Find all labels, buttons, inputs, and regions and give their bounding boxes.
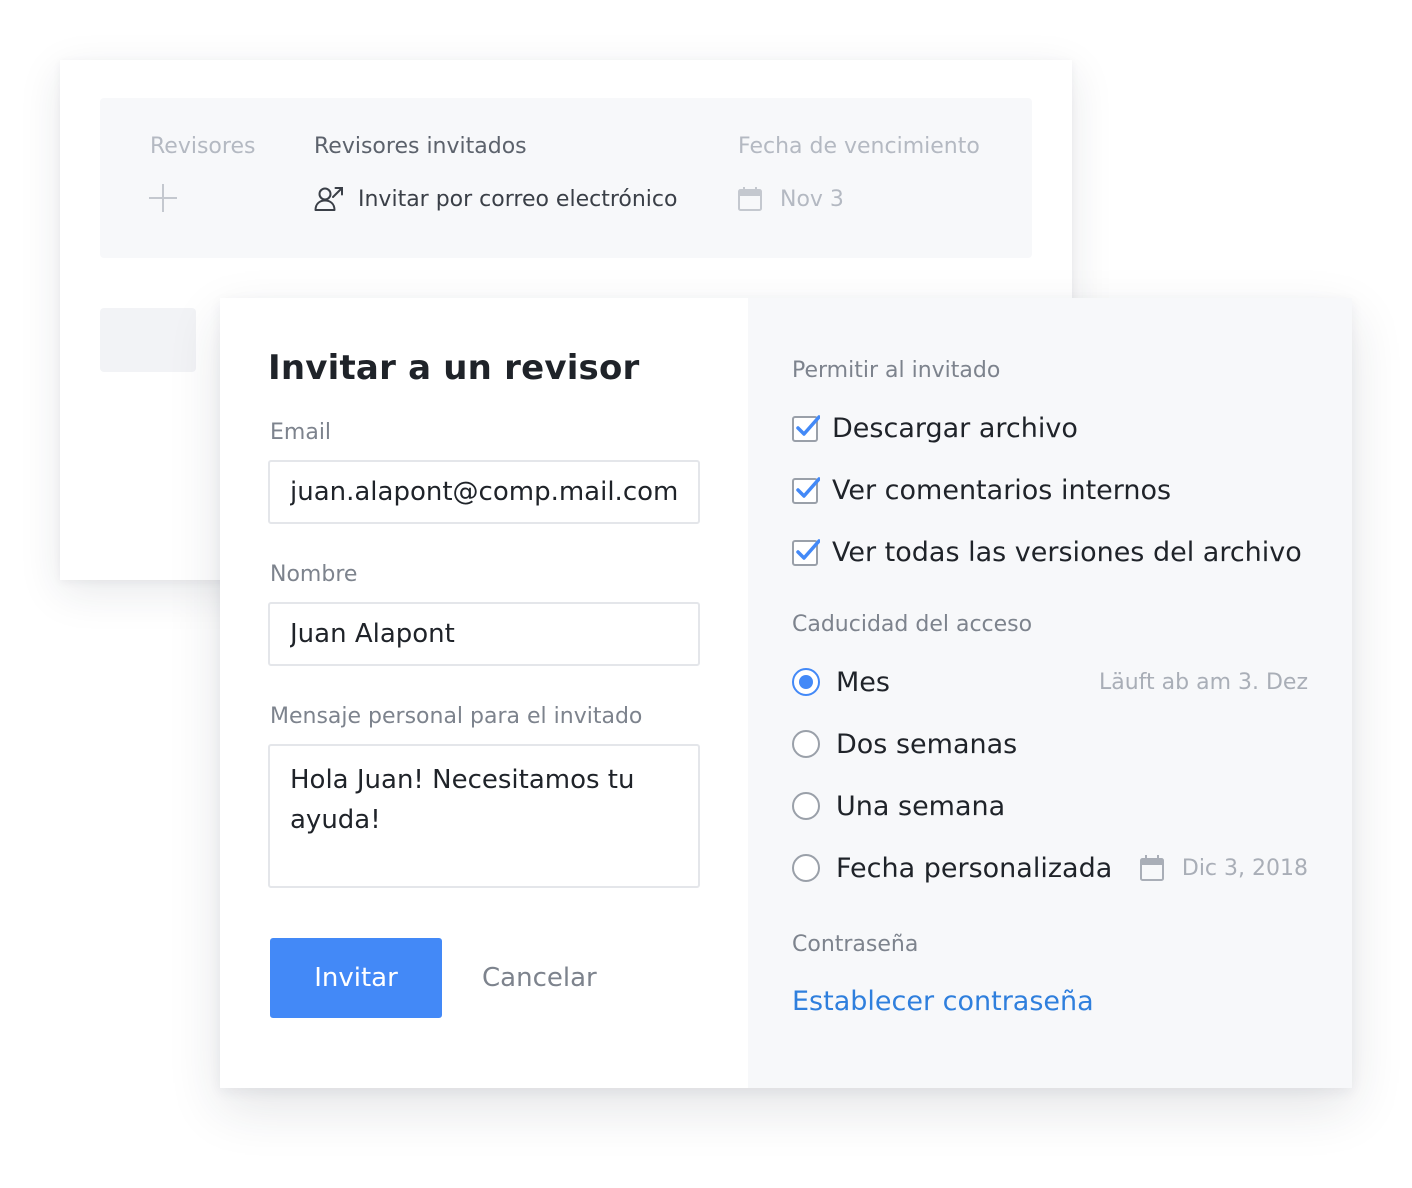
reviewers-bar: Revisores Revisores invitados Fecha de v…	[100, 98, 1032, 258]
radio-selected-icon	[792, 668, 820, 696]
placeholder-block	[100, 308, 196, 372]
access-expiry-label: Caducidad del acceso	[792, 612, 1033, 637]
permission-label: Ver comentarios internos	[832, 474, 1172, 506]
due-date-field[interactable]: Nov 3	[738, 184, 844, 214]
reviewers-label: Revisores	[150, 134, 256, 159]
expiry-option-two-weeks[interactable]: Dos semanas	[792, 726, 1017, 762]
permissions-label: Permitir al invitado	[792, 358, 1001, 383]
expiry-option-label: Una semana	[836, 790, 1006, 822]
checkbox-checked-icon	[792, 539, 820, 566]
checkbox-checked-icon	[792, 415, 820, 442]
due-date-label: Fecha de vencimiento	[738, 134, 980, 159]
add-reviewer-plus-icon[interactable]	[149, 184, 177, 212]
permission-download-file[interactable]: Descargar archivo	[792, 410, 1078, 446]
invite-form-pane: Invitar a un revisor Email Nombre Mensaj…	[220, 298, 748, 1088]
email-input[interactable]	[268, 460, 700, 524]
due-date-value: Nov 3	[780, 186, 844, 212]
expiry-option-label: Fecha personalizada	[836, 852, 1113, 884]
calendar-icon	[1139, 855, 1164, 881]
custom-date-value: Dic 3, 2018	[1181, 855, 1308, 881]
dialog-title: Invitar a un revisor	[268, 348, 640, 388]
invite-options-pane: Permitir al invitado Descargar archivo V…	[748, 298, 1352, 1088]
expiry-option-label: Mes	[836, 666, 890, 698]
set-password-link[interactable]: Establecer contraseña	[792, 986, 1094, 1017]
user-invite-icon	[314, 187, 343, 211]
expires-note: Läuft ab am 3. Dez	[1098, 670, 1308, 695]
stage: Revisores Revisores invitados Fecha de v…	[0, 0, 1412, 1188]
radio-unselected-icon	[792, 854, 820, 882]
expiry-option-label: Dos semanas	[836, 728, 1018, 760]
invite-by-email-link[interactable]: Invitar por correo electrónico	[314, 184, 677, 214]
invited-reviewers-label: Revisores invitados	[314, 134, 527, 159]
expiry-option-month[interactable]: Mes	[792, 664, 890, 700]
custom-date-field[interactable]: Dic 3, 2018	[1139, 850, 1308, 886]
invite-button[interactable]: Invitar	[270, 938, 442, 1018]
message-textarea[interactable]: Hola Juan! Necesitamos tu ayuda!	[268, 744, 700, 888]
calendar-icon	[738, 187, 762, 211]
invite-reviewer-dialog: Invitar a un revisor Email Nombre Mensaj…	[220, 298, 1352, 1088]
radio-unselected-icon	[792, 730, 820, 758]
name-label: Nombre	[270, 562, 358, 587]
email-label: Email	[270, 420, 332, 445]
checkbox-checked-icon	[792, 477, 820, 504]
password-label: Contraseña	[792, 932, 919, 957]
radio-unselected-icon	[792, 792, 820, 820]
permission-view-all-versions[interactable]: Ver todas las versiones del archivo	[792, 534, 1302, 570]
message-label: Mensaje personal para el invitado	[270, 704, 643, 729]
invite-by-email-text: Invitar por correo electrónico	[358, 186, 678, 212]
expiry-option-custom-date[interactable]: Fecha personalizada	[792, 850, 1112, 886]
expiry-option-one-week[interactable]: Una semana	[792, 788, 1005, 824]
name-input[interactable]	[268, 602, 700, 666]
permission-label: Ver todas las versiones del archivo	[832, 536, 1302, 568]
permission-view-internal-comments[interactable]: Ver comentarios internos	[792, 472, 1171, 508]
permission-label: Descargar archivo	[832, 412, 1078, 444]
cancel-button[interactable]: Cancelar	[482, 938, 597, 1018]
